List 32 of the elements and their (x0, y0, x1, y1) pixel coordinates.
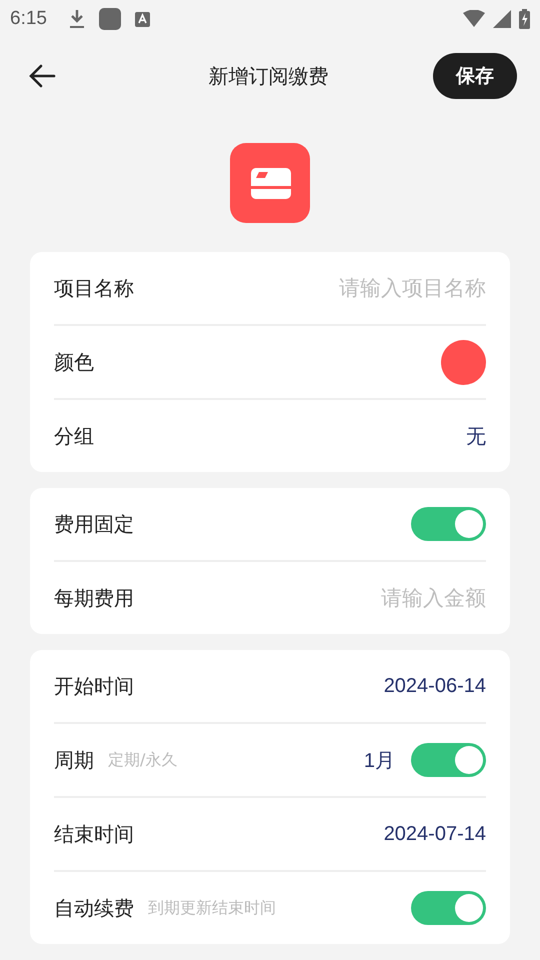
signal-icon (493, 10, 511, 28)
keyboard-notification-icon (134, 12, 150, 26)
field-hint: 定期/永久 (108, 750, 178, 770)
field-value[interactable]: 2024-06-14 (384, 674, 486, 698)
toggle-switch[interactable] (411, 891, 486, 925)
field-value[interactable]: 2024-07-14 (384, 822, 486, 846)
field-value[interactable]: 1月 (364, 746, 395, 774)
field-label: 自动续费 (54, 894, 134, 922)
field-label: 分组 (54, 422, 94, 450)
field-label: 结束时间 (54, 820, 134, 848)
field-label: 项目名称 (54, 274, 134, 302)
app-notification-icon (98, 8, 121, 30)
toggle-switch[interactable] (411, 507, 486, 541)
back-arrow-icon[interactable] (28, 64, 56, 88)
field-hint: 到期更新结束时间 (148, 898, 276, 918)
input-field[interactable]: 请输入金额 (286, 586, 486, 610)
field-label: 开始时间 (54, 672, 134, 700)
field-label: 颜色 (54, 348, 94, 376)
download-icon (68, 9, 85, 29)
field-label: 费用固定 (54, 510, 134, 538)
page-title: 新增订阅缴费 (208, 62, 330, 90)
wifi-icon (463, 10, 485, 28)
toggle-switch[interactable] (411, 743, 486, 777)
save-button[interactable]: 保存 (433, 53, 517, 99)
input-field[interactable]: 请输入项目名称 (286, 276, 486, 300)
card-icon (230, 143, 310, 223)
color-swatch[interactable] (441, 340, 486, 384)
battery-charging-icon (519, 9, 530, 29)
field-value[interactable]: 无 (466, 422, 486, 450)
field-label: 周期 (54, 746, 94, 774)
status-time: 6:15 (10, 8, 47, 30)
field-label: 每期费用 (54, 584, 134, 612)
